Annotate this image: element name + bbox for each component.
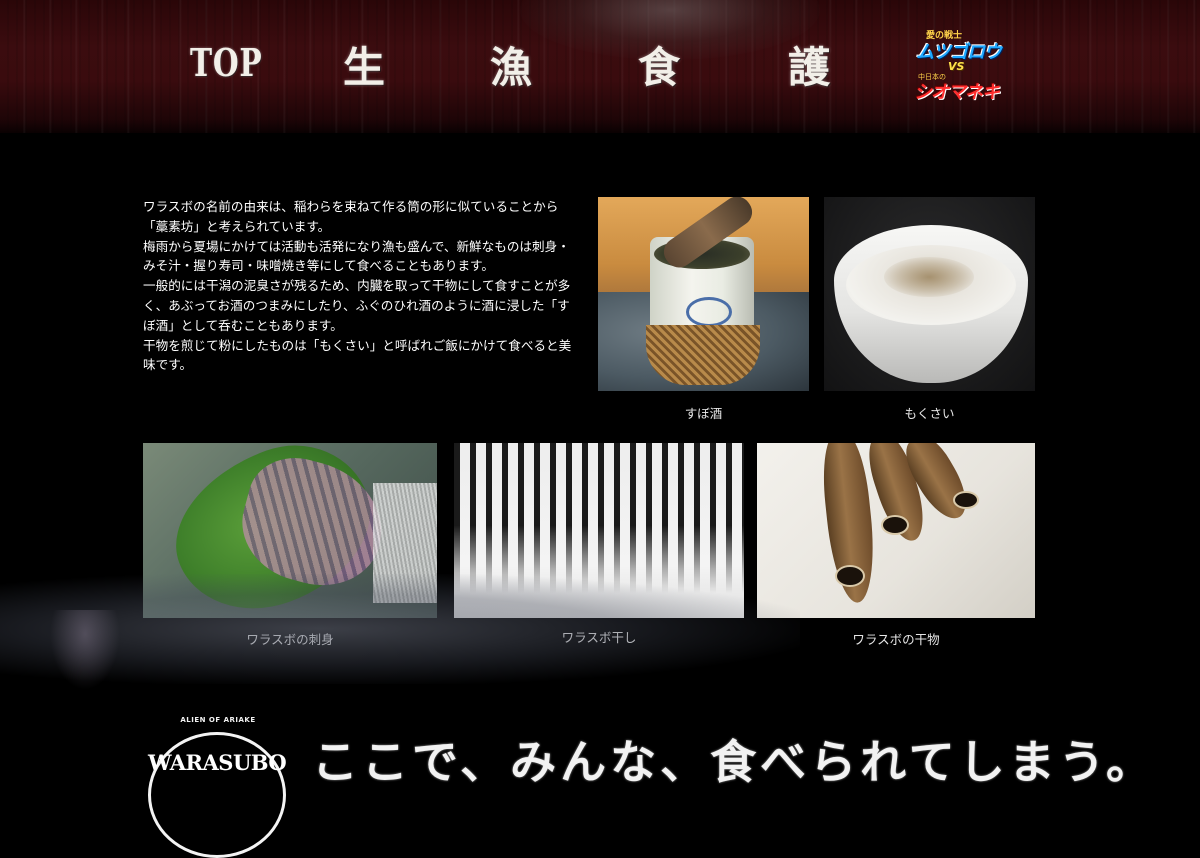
promo-title-2: シオマネキ [914,82,1000,103]
nav-top-link[interactable]: TOP [190,40,263,85]
mokusai-caption: もくさい [904,406,955,421]
photo-basket [646,325,760,385]
intro-text: ワラスボの名前の由来は、稲わらを束ねて作る筒の形に似ていることから「藁素坊」と考… [143,197,575,375]
dried-fish-caption: ワラスボの干物 [852,632,940,647]
drying-caption: ワラスボ干し [561,630,637,645]
nav-shoku-link[interactable]: 食 [638,34,681,95]
slogan-text: ここで、みんな、食べられてしまう。 [312,735,1157,789]
subozake-photo [598,197,809,391]
photo-hanging-fish [454,443,744,593]
photo-fish-mouth [835,565,865,587]
sashimi-caption: ワラスボの刺身 [246,632,334,647]
badge-title: WARASUBO [148,750,287,775]
sashimi-photo [143,443,437,618]
intro-paragraph: ワラスボの名前の由来は、稲わらを束ねて作る筒の形に似ていることから「藁素坊」と考… [143,199,559,234]
promo-versus: VS [948,60,965,73]
nav-ryo-link[interactable]: 漁 [490,34,533,95]
site-header: TOP 生 漁 食 護 愛の戦士 ムツゴロウ VS 中日本の シオマネキ [0,0,1200,133]
nav-go-link[interactable]: 護 [788,34,831,95]
photo-daikon [373,483,437,603]
dried-fish-photo [757,443,1035,618]
intro-paragraph: 梅雨から夏場にかけては活動も活発になり漁も盛んで、新鮮なものは刺身・みそ汁・握り… [143,238,570,274]
photo-flakes [884,257,974,297]
drying-photo [454,443,744,618]
creature-fin-image [50,610,120,690]
promo-banner-link[interactable]: 愛の戦士 ムツゴロウ VS 中日本の シオマネキ [912,28,1004,103]
photo-fish-mouth [881,515,909,535]
mokusai-photo [824,197,1035,391]
intro-paragraph: 干物を煎じて粉にしたものは「もくさい」と呼ばれご飯にかけて食べると美味です。 [143,337,572,373]
nav-sei-link[interactable]: 生 [343,34,386,95]
photo-fish-mouth [953,491,979,509]
warasubo-badge-logo: ALIEN OF ARIAKE WARASUBO [148,716,287,858]
photo-cup-pattern [686,297,732,327]
subozake-caption: すぼ酒 [684,406,723,421]
badge-subtitle: ALIEN OF ARIAKE [180,716,256,724]
intro-paragraph: 一般的には干潟の泥臭さが残るため、内臓を取って干物にして食すことが多く、あぶって… [143,278,571,333]
